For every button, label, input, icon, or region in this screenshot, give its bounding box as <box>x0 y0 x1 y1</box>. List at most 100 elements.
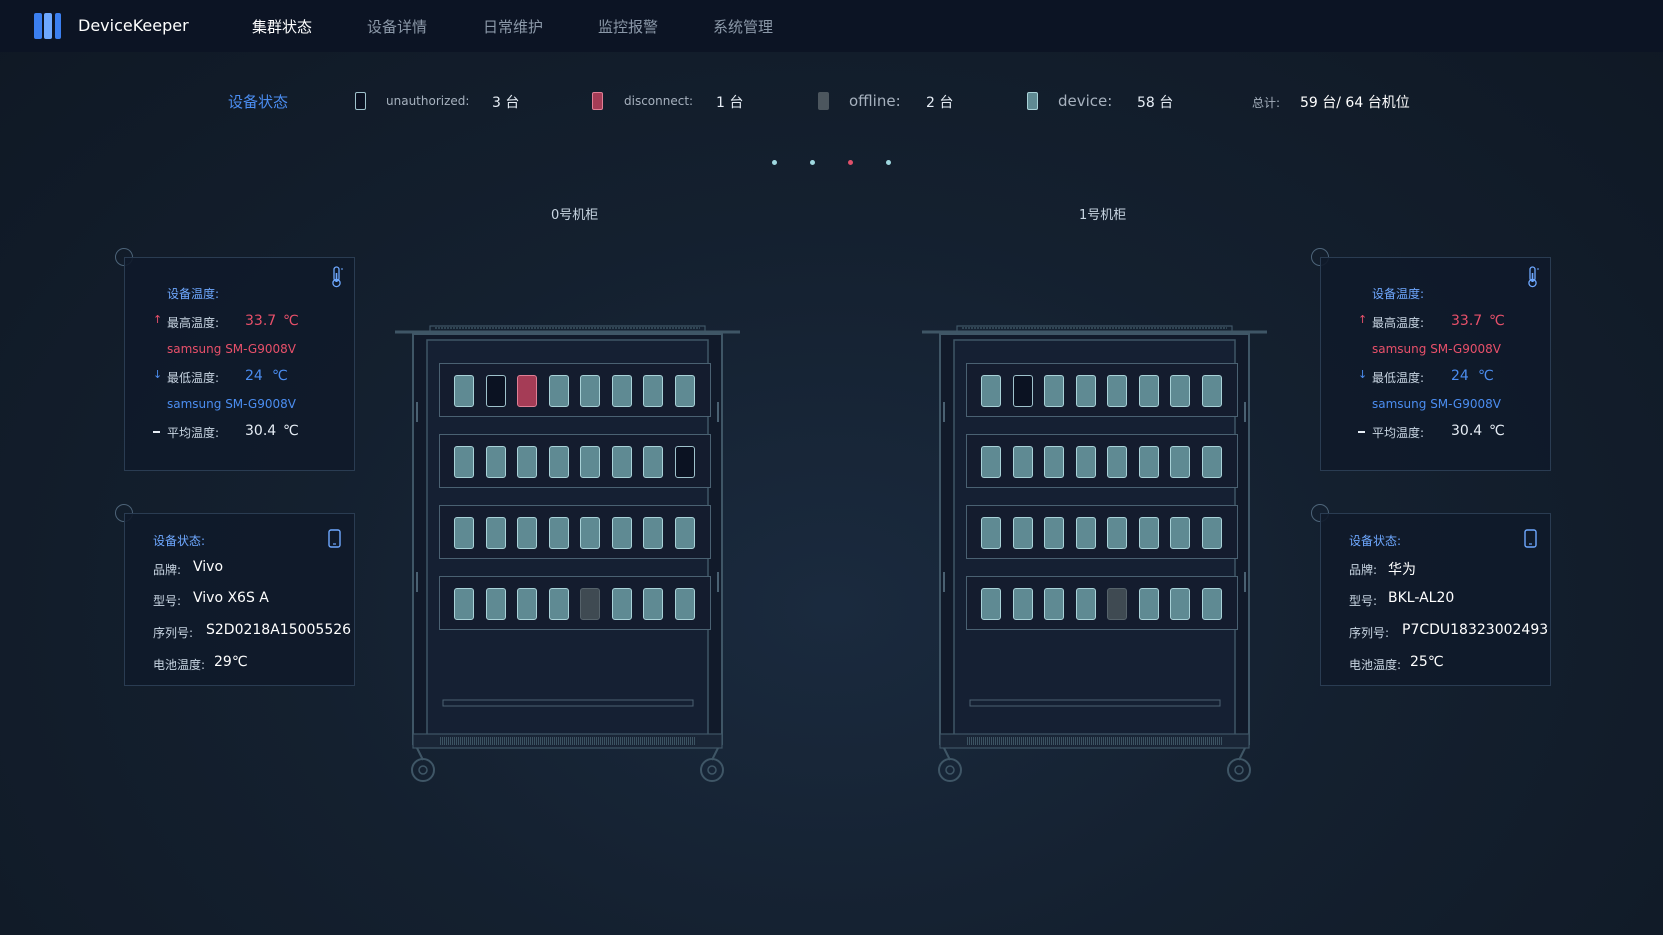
device-slot-device[interactable] <box>1075 517 1096 549</box>
device-slot-device[interactable] <box>643 517 663 549</box>
nav-cluster-status[interactable]: 集群状态 <box>252 16 312 37</box>
device-slot-unauthorized[interactable] <box>485 375 506 407</box>
device-slot-device[interactable] <box>1201 517 1222 549</box>
device-slot-device[interactable] <box>1107 446 1127 478</box>
device-slot-device[interactable] <box>485 517 506 549</box>
device-slot-device[interactable] <box>1044 446 1064 478</box>
device-slot-device[interactable] <box>1075 588 1096 620</box>
device-slot-device[interactable] <box>580 446 600 478</box>
cabinet-shelf <box>439 576 711 630</box>
pager-dot-3-active[interactable] <box>848 160 853 165</box>
device-slot-device[interactable] <box>517 517 537 549</box>
device-slot-device[interactable] <box>1201 446 1222 478</box>
device-slot-device[interactable] <box>1012 517 1033 549</box>
device-slot-device[interactable] <box>1107 375 1127 407</box>
device-slot-device[interactable] <box>1170 588 1190 620</box>
offline-swatch <box>818 92 829 110</box>
brand-value: Vivo <box>193 559 224 575</box>
device-slot-device[interactable] <box>580 517 600 549</box>
cabinet-shelf <box>966 505 1238 559</box>
device-slot-device[interactable] <box>580 375 600 407</box>
device-slot-device[interactable] <box>454 375 474 407</box>
device-slot-device[interactable] <box>1138 588 1159 620</box>
down-arrow-icon: ↓ <box>1358 368 1368 381</box>
nav-monitoring-alerts[interactable]: 监控报警 <box>598 16 658 37</box>
device-slot-device[interactable] <box>1138 517 1159 549</box>
nav-daily-maintenance[interactable]: 日常维护 <box>483 16 543 37</box>
device-slot-device[interactable] <box>1201 588 1222 620</box>
max-temp-device: samsung SM-G9008V <box>1372 342 1501 356</box>
model-label: 型号: <box>1349 594 1378 608</box>
max-temp-device: samsung SM-G9008V <box>167 342 296 356</box>
temperature-card-right: 设备温度: ↑ 最高温度: 33.7 ℃ samsung SM-G9008V ↓… <box>1320 257 1551 471</box>
device-slot-unauthorized[interactable] <box>674 446 695 478</box>
device-slot-device[interactable] <box>454 517 474 549</box>
device-slot-device[interactable] <box>1075 375 1096 407</box>
pager-dot-4[interactable] <box>886 160 891 165</box>
devicekeeper-logo-icon <box>34 13 62 39</box>
device-slot-device[interactable] <box>454 588 474 620</box>
device-slot-device[interactable] <box>485 446 506 478</box>
device-slot-device[interactable] <box>643 588 663 620</box>
min-temp-unit: ℃ <box>272 368 288 384</box>
legend-count: 1 台 <box>716 95 744 111</box>
device-slot-device[interactable] <box>548 446 569 478</box>
device-slot-device[interactable] <box>548 517 569 549</box>
device-slot-device[interactable] <box>1012 588 1033 620</box>
device-slot-device[interactable] <box>611 517 632 549</box>
device-slot-device[interactable] <box>611 375 632 407</box>
device-slot-device[interactable] <box>485 588 506 620</box>
device-slot-device[interactable] <box>1138 446 1159 478</box>
nav-device-details[interactable]: 设备详情 <box>367 16 427 37</box>
phone-icon <box>1524 529 1537 548</box>
device-slot-device[interactable] <box>517 588 537 620</box>
device-slot-device[interactable] <box>674 588 695 620</box>
device-status-heading: 设备状态: <box>153 534 206 548</box>
device-slot-device[interactable] <box>674 375 695 407</box>
device-slot-device[interactable] <box>1201 375 1222 407</box>
device-slot-device[interactable] <box>981 588 1001 620</box>
model-label: 型号: <box>153 594 182 608</box>
device-slot-device[interactable] <box>1170 517 1190 549</box>
device-slot-device[interactable] <box>1138 375 1159 407</box>
brand-label: 品牌: <box>1349 563 1378 577</box>
pager-dot-2[interactable] <box>810 160 815 165</box>
min-temp-unit: ℃ <box>1478 368 1494 384</box>
pager-dot-1[interactable] <box>772 160 777 165</box>
device-slot-device[interactable] <box>1075 446 1096 478</box>
device-slot-device[interactable] <box>1170 446 1190 478</box>
min-temp-value: 24 <box>1451 368 1469 384</box>
device-slot-device[interactable] <box>548 375 569 407</box>
legend-count: 2 台 <box>926 95 954 111</box>
max-temp-label: 最高温度: <box>1372 316 1425 330</box>
legend-count: 3 台 <box>492 95 520 111</box>
device-slot-device[interactable] <box>454 446 474 478</box>
avg-temp-value: 30.4 <box>245 423 277 439</box>
device-slot-disconnect[interactable] <box>517 375 537 407</box>
device-slot-device[interactable] <box>1170 375 1190 407</box>
device-slot-device[interactable] <box>981 517 1001 549</box>
device-slot-device[interactable] <box>1044 588 1064 620</box>
serial-label: 序列号: <box>1349 626 1390 640</box>
nav-system-management[interactable]: 系统管理 <box>713 16 773 37</box>
device-slot-device[interactable] <box>643 375 663 407</box>
device-slot-device[interactable] <box>1107 517 1127 549</box>
device-slot-device[interactable] <box>611 588 632 620</box>
device-slot-device[interactable] <box>1044 375 1064 407</box>
device-slot-device[interactable] <box>1012 446 1033 478</box>
up-arrow-icon: ↑ <box>153 313 163 326</box>
device-slot-device[interactable] <box>981 375 1001 407</box>
average-dash-icon <box>1358 431 1365 433</box>
thermometer-icon <box>1528 266 1539 288</box>
device-slot-device[interactable] <box>674 517 695 549</box>
device-slot-device[interactable] <box>1044 517 1064 549</box>
device-slot-offline[interactable] <box>580 588 600 620</box>
device-slot-device[interactable] <box>981 446 1001 478</box>
device-swatch <box>1027 92 1038 110</box>
device-slot-device[interactable] <box>517 446 537 478</box>
device-slot-offline[interactable] <box>1107 588 1127 620</box>
device-slot-device[interactable] <box>548 588 569 620</box>
device-slot-unauthorized[interactable] <box>1012 375 1033 407</box>
device-slot-device[interactable] <box>643 446 663 478</box>
device-slot-device[interactable] <box>611 446 632 478</box>
